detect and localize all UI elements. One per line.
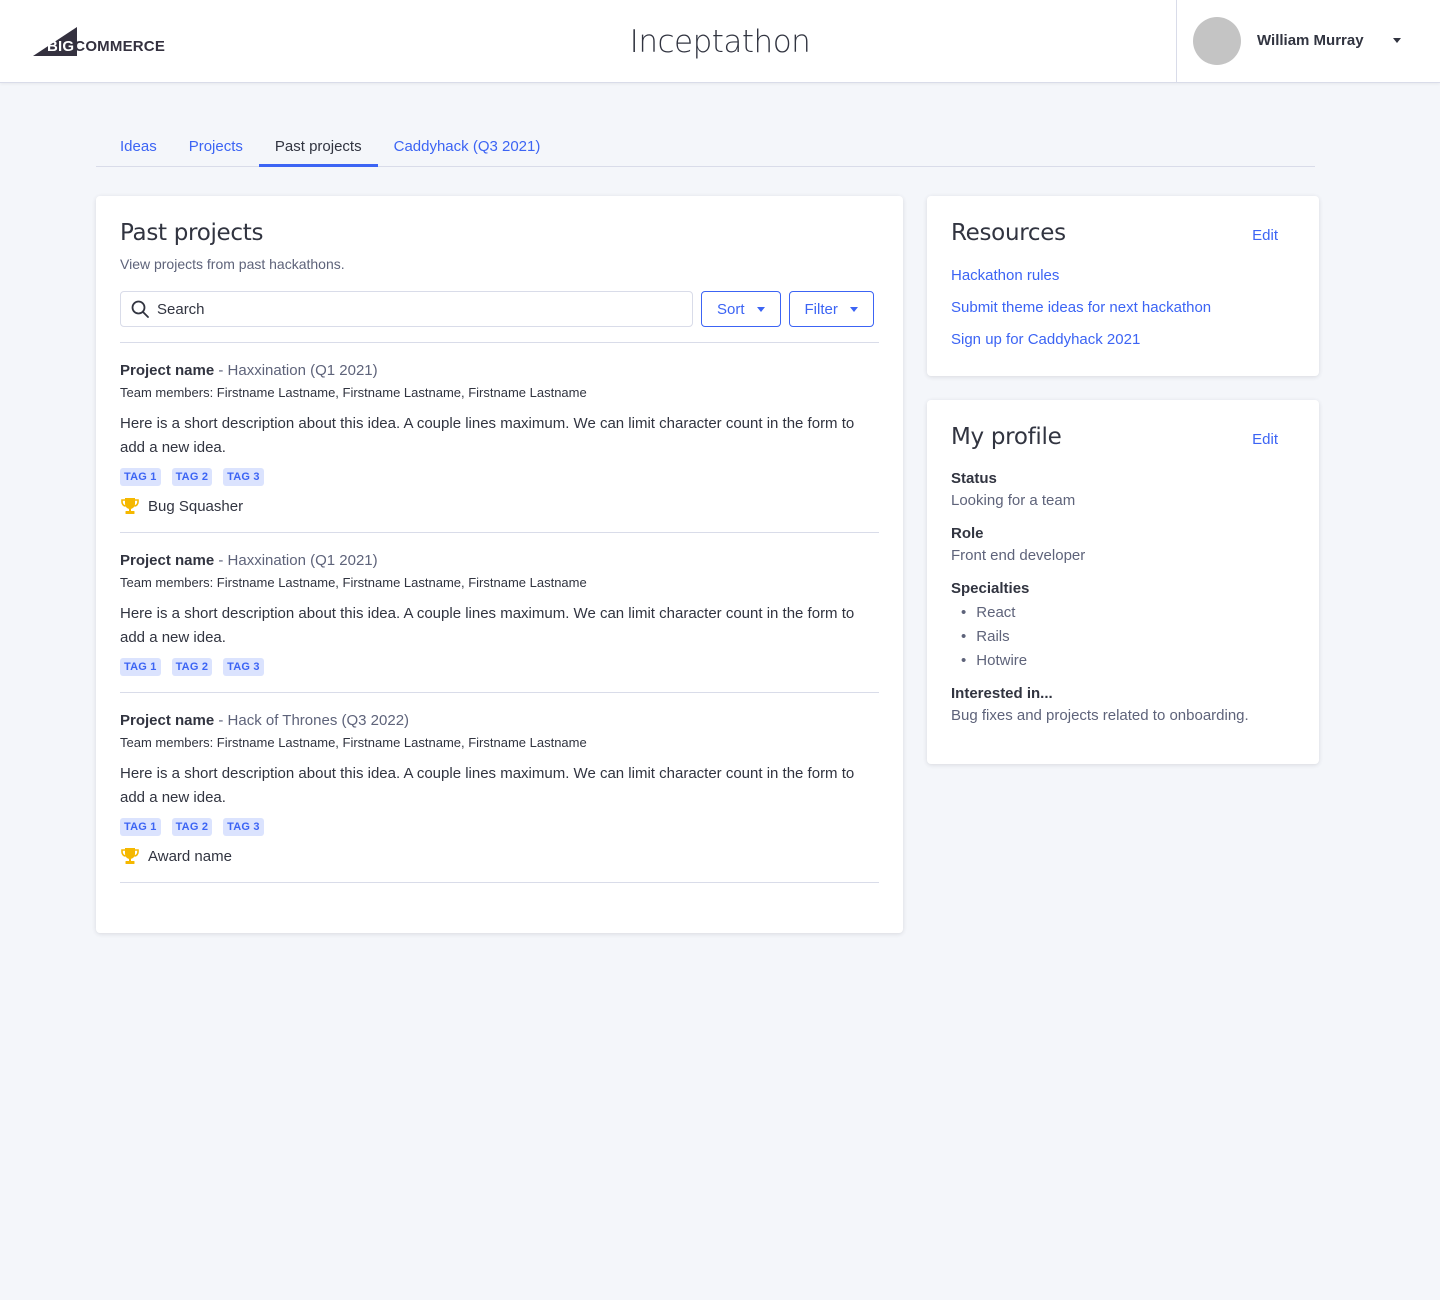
interests-value: Bug fixes and projects related to onboar… [951, 707, 1249, 724]
sign-up-caddyhack-link[interactable]: Sign up for Caddyhack 2021 [951, 324, 1295, 356]
specialties-list: React Rails Hotwire [951, 601, 1295, 673]
project-description: Here is a short description about this i… [120, 605, 855, 646]
resources-links: Hackathon rules Submit theme ideas for n… [951, 260, 1295, 356]
resources-edit-link[interactable]: Edit [1252, 227, 1278, 244]
caret-down-icon [756, 306, 765, 312]
role-label: Role [951, 525, 984, 542]
tag-badge: TAG 3 [223, 818, 264, 836]
project-list: Project name - Haxxination (Q1 2021) Tea… [120, 342, 879, 883]
caret-down-icon [849, 306, 858, 312]
page-subtitle: View projects from past hackathons. [120, 256, 345, 272]
user-menu[interactable]: William Murray [1176, 0, 1440, 82]
trophy-icon [121, 498, 139, 514]
hackathon-rules-link[interactable]: Hackathon rules [951, 260, 1295, 292]
search-icon [131, 300, 149, 318]
award: Bug Squasher [120, 496, 879, 516]
team-members: Team members: Firstname Lastname, Firstn… [120, 735, 587, 750]
submit-theme-ideas-link[interactable]: Submit theme ideas for next hackathon [951, 292, 1295, 324]
tag-badge: TAG 2 [171, 658, 213, 676]
past-projects-card: Past projects View projects from past ha… [96, 196, 903, 933]
project-name[interactable]: Project name [120, 552, 214, 569]
list-item: Rails [961, 625, 1295, 649]
tag-list: TAG 1 TAG 2 TAG 3 [120, 818, 879, 836]
tag-badge: TAG 1 [120, 818, 161, 836]
tab-ideas[interactable]: Ideas [104, 130, 173, 167]
tag-list: TAG 1 TAG 2 TAG 3 [120, 658, 879, 676]
project-event: - Haxxination (Q1 2021) [218, 362, 378, 379]
tag-badge: TAG 2 [171, 468, 213, 486]
award: Award name [120, 846, 879, 866]
status-label: Status [951, 470, 997, 487]
project-event: - Haxxination (Q1 2021) [218, 552, 378, 569]
tag-list: TAG 1 TAG 2 TAG 3 [120, 468, 879, 486]
interests-label: Interested in... [951, 685, 1053, 702]
team-members: Team members: Firstname Lastname, Firstn… [120, 575, 587, 590]
trophy-icon [121, 848, 139, 864]
profile-title: My profile [951, 424, 1062, 450]
sort-button[interactable]: Sort [701, 291, 781, 327]
tab-bar: Ideas Projects Past projects Caddyhack (… [96, 130, 1315, 167]
tag-badge: TAG 3 [223, 468, 264, 486]
list-item: Project name - Haxxination (Q1 2021) Tea… [120, 533, 879, 693]
app-header: BIGCOMMERCE Inceptathon William Murray [0, 0, 1440, 83]
project-description: Here is a short description about this i… [120, 765, 855, 806]
project-description: Here is a short description about this i… [120, 415, 855, 456]
toolbar: Sort Filter [120, 291, 879, 327]
list-item: React [961, 601, 1295, 625]
tag-badge: TAG 2 [171, 818, 213, 836]
award-name: Award name [148, 847, 232, 865]
tab-projects[interactable]: Projects [173, 130, 259, 167]
list-item: Hotwire [961, 649, 1295, 673]
profile-card: My profile Edit Status Looking for a tea… [927, 400, 1319, 764]
sort-button-label: Sort [717, 300, 745, 318]
tag-badge: TAG 1 [120, 468, 161, 486]
project-name[interactable]: Project name [120, 712, 214, 729]
filter-button[interactable]: Filter [788, 291, 874, 327]
role-value: Front end developer [951, 547, 1086, 564]
list-item: Project name - Hack of Thrones (Q3 2022)… [120, 693, 879, 883]
resources-title: Resources [951, 220, 1066, 246]
team-members: Team members: Firstname Lastname, Firstn… [120, 385, 587, 400]
search-field[interactable] [120, 291, 693, 327]
specialties-label: Specialties [951, 580, 1030, 597]
filter-button-label: Filter [804, 300, 838, 318]
project-name[interactable]: Project name [120, 362, 214, 379]
tag-badge: TAG 3 [223, 658, 264, 676]
caret-down-icon[interactable] [1393, 38, 1401, 43]
profile-edit-link[interactable]: Edit [1252, 431, 1278, 448]
status-value: Looking for a team [951, 492, 1076, 509]
page-title: Past projects [120, 220, 264, 246]
tab-past-projects[interactable]: Past projects [258, 130, 378, 167]
tab-caddyhack[interactable]: Caddyhack (Q3 2021) [378, 130, 557, 167]
search-input[interactable] [157, 300, 657, 318]
resources-card: Resources Edit Hackathon rules Submit th… [927, 196, 1319, 376]
project-event: - Hack of Thrones (Q3 2022) [218, 712, 410, 729]
user-name[interactable]: William Murray [1257, 32, 1364, 49]
award-name: Bug Squasher [148, 497, 244, 515]
tag-badge: TAG 1 [120, 658, 161, 676]
avatar[interactable] [1193, 17, 1241, 65]
list-item: Project name - Haxxination (Q1 2021) Tea… [120, 343, 879, 533]
